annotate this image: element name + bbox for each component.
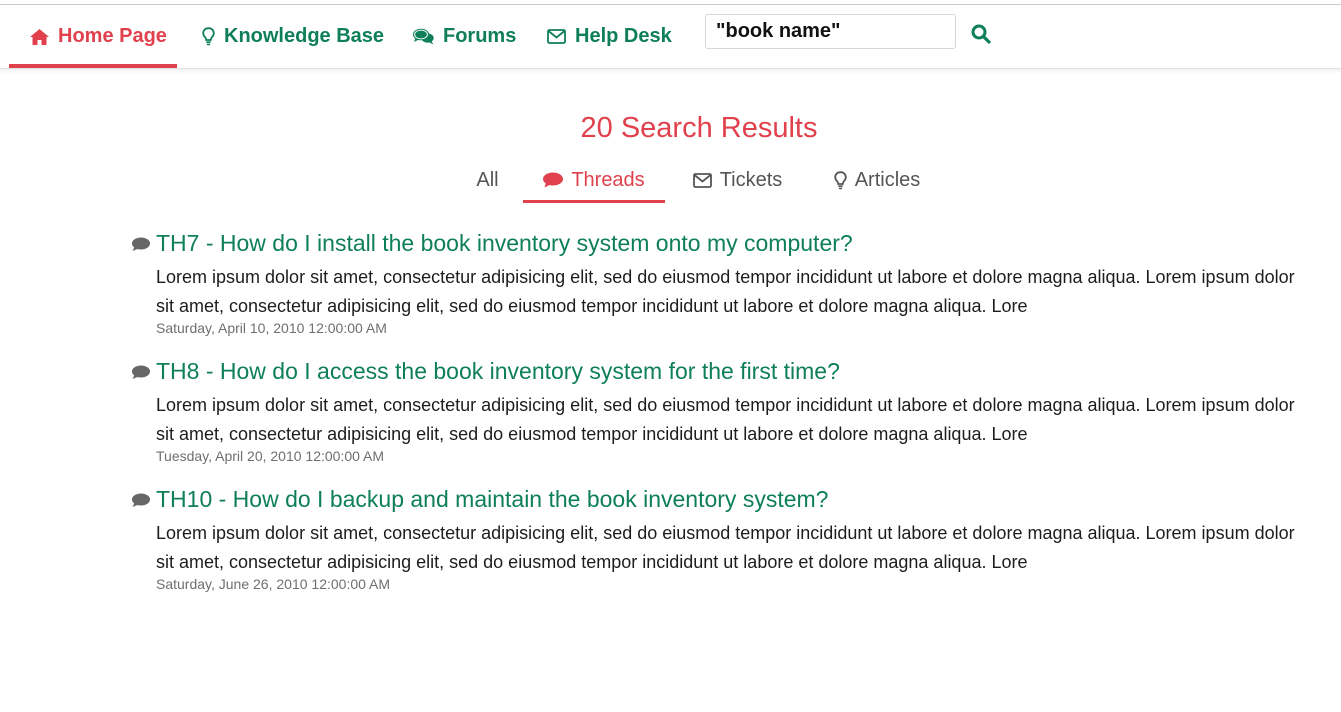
nav-home-page-label: Home Page <box>58 25 167 47</box>
result-date: Saturday, April 10, 2010 12:00:00 AM <box>156 320 387 336</box>
lightbulb-icon <box>834 170 847 190</box>
comment-icon <box>131 493 150 513</box>
search-icon <box>971 24 991 44</box>
tab-tickets[interactable]: Tickets <box>680 160 795 200</box>
lightbulb-icon <box>202 27 215 46</box>
result-excerpt: Lorem ipsum dolor sit amet, consectetur … <box>156 267 1295 316</box>
result-title-link[interactable]: TH8 - How do I access the book inventory… <box>156 358 840 385</box>
nav-knowledge-base-label: Knowledge Base <box>224 25 385 47</box>
result-date: Tuesday, April 20, 2010 12:00:00 AM <box>156 448 385 464</box>
nav-home-page[interactable]: Home Page <box>30 5 167 68</box>
envelope-icon <box>547 29 566 44</box>
home-icon <box>30 28 49 45</box>
result-title-link[interactable]: TH7 - How do I install the book inventor… <box>156 230 853 257</box>
results-heading: 20 Search Results <box>580 112 818 144</box>
comments-icon <box>413 28 434 45</box>
result-excerpt: Lorem ipsum dolor sit amet, consectetur … <box>156 395 1295 444</box>
nav-help-desk-label: Help Desk <box>575 25 672 47</box>
tab-articles[interactable]: Articles <box>818 160 936 200</box>
comment-icon <box>131 237 150 257</box>
search-input[interactable] <box>705 14 956 49</box>
result-excerpt: Lorem ipsum dolor sit amet, consectetur … <box>156 523 1295 572</box>
tab-articles-label: Articles <box>854 168 921 191</box>
top-navbar: Home Page Knowledge Base Forums Help Des… <box>0 5 1341 69</box>
comment-icon <box>543 172 564 188</box>
nav-help-desk[interactable]: Help Desk <box>547 5 672 68</box>
result-title-link[interactable]: TH10 - How do I backup and maintain the … <box>156 486 828 513</box>
tab-threads-label: Threads <box>571 168 645 191</box>
tab-tickets-label: Tickets <box>719 168 783 191</box>
navbar-shadow <box>0 69 1341 74</box>
nav-forums-label: Forums <box>443 25 517 47</box>
envelope-icon <box>692 172 712 188</box>
nav-knowledge-base[interactable]: Knowledge Base <box>202 5 384 68</box>
search-button[interactable] <box>969 22 993 46</box>
tab-active-indicator <box>523 200 665 203</box>
tab-all-label: All <box>476 168 499 191</box>
nav-active-indicator <box>9 64 177 68</box>
tab-threads[interactable]: Threads <box>523 160 665 200</box>
comment-icon <box>131 365 150 385</box>
result-date: Saturday, June 26, 2010 12:00:00 AM <box>156 576 391 592</box>
tab-all[interactable]: All <box>465 160 510 200</box>
nav-forums[interactable]: Forums <box>413 5 516 68</box>
